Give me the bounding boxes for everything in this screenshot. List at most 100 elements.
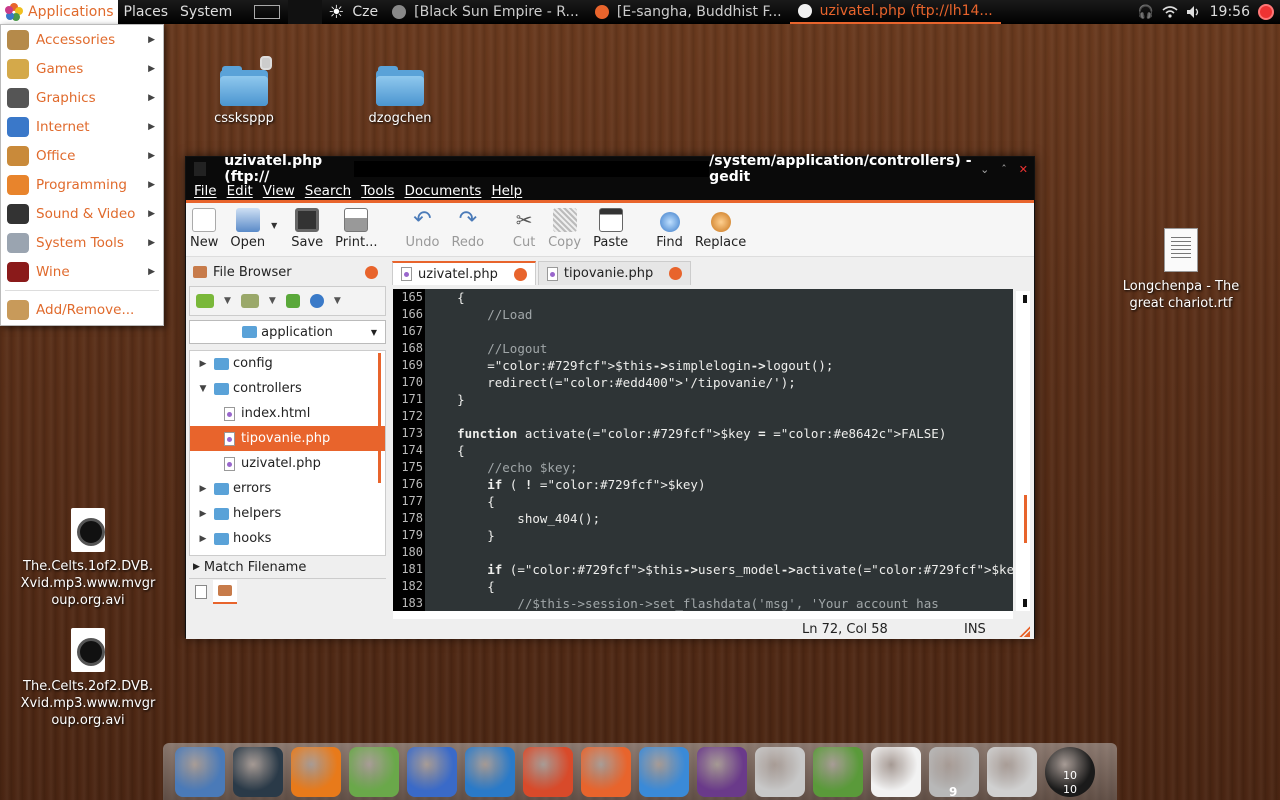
desktop-file-celts-1[interactable]: The.Celts.1of2.DVB.Xvid.mp3.www.mvgroup.… <box>20 508 156 609</box>
expander-icon[interactable]: ▼ <box>196 384 210 394</box>
minimize-button[interactable]: ˆ <box>1001 163 1007 176</box>
forward-dropdown-icon[interactable]: ▼ <box>269 296 276 306</box>
wifi-icon[interactable] <box>1162 4 1178 20</box>
menu-item-add-remove[interactable]: Add/Remove... <box>1 295 163 324</box>
tree-row[interactable]: ▶ hooks <box>190 526 385 551</box>
document-tab[interactable]: tipovanie.php <box>537 261 692 285</box>
refresh-icon[interactable] <box>309 294 324 308</box>
trash-icon[interactable]: 9 <box>929 746 979 799</box>
cut-button[interactable]: ✂ Cut <box>512 208 536 250</box>
task-button[interactable]: [E-sangha, Buddhist F... <box>587 0 790 24</box>
headphones-icon[interactable] <box>755 746 805 797</box>
undo-button[interactable]: ↶ Undo <box>405 208 439 251</box>
find-button[interactable]: Find <box>656 210 683 250</box>
image-viewer-icon[interactable] <box>813 746 863 797</box>
close-window-button[interactable]: ✕ <box>1019 163 1028 176</box>
tree-row[interactable]: ▶language <box>190 551 385 555</box>
menu-documents[interactable]: Documents <box>399 183 486 199</box>
menu-help[interactable]: Help <box>486 183 527 199</box>
menu-item-games[interactable]: Games ▶ <box>1 54 163 83</box>
task-button[interactable]: [Black Sun Empire - R... <box>384 0 587 24</box>
window-titlebar[interactable]: uzivatel.php (ftp:// /system/application… <box>186 153 1034 185</box>
clock-icon[interactable] <box>871 746 921 797</box>
disk-icon[interactable] <box>987 746 1037 797</box>
open-button[interactable]: Open <box>230 208 265 250</box>
settings-icon[interactable] <box>697 746 747 797</box>
speedometer-icon[interactable]: 10 10 <box>1045 746 1095 797</box>
menu-view[interactable]: View <box>258 183 300 199</box>
save-button[interactable]: Save <box>291 208 323 250</box>
desktop-folder-dzogchen[interactable]: dzogchen <box>360 66 440 127</box>
wave-icon[interactable] <box>639 746 689 797</box>
menu-item-wine[interactable]: Wine ▶ <box>1 257 163 286</box>
menu-item-accessories[interactable]: Accessories ▶ <box>1 25 163 54</box>
back-dropdown-icon[interactable]: ▼ <box>224 296 231 306</box>
desktop-file-celts-2[interactable]: The.Celts.2of2.DVB.Xvid.mp3.www.mvgroup.… <box>20 628 156 729</box>
menu-search[interactable]: Search <box>300 183 356 199</box>
file-browser-tab[interactable] <box>213 579 237 604</box>
power-icon[interactable] <box>1258 4 1274 20</box>
expander-icon[interactable]: ▶ <box>196 534 210 544</box>
tree-row[interactable]: ▶ config <box>190 351 385 376</box>
up-arrow-icon[interactable] <box>285 294 300 308</box>
menu-item-sound-video[interactable]: Sound & Video ▶ <box>1 199 163 228</box>
menu-edit[interactable]: Edit <box>222 183 258 199</box>
weather-applet[interactable]: ☀ Cze <box>322 0 384 24</box>
windows-icon[interactable] <box>523 746 573 797</box>
menu-file[interactable]: File <box>189 183 222 199</box>
code-view[interactable]: 165 {166 //Load 167 168 //Logout 169 ="colo… <box>393 289 1013 611</box>
tree-row[interactable]: uzivatel.php <box>190 451 385 476</box>
redo-button[interactable]: ↷ Redo <box>451 208 484 251</box>
system-menu-button[interactable]: System <box>174 0 238 24</box>
menu-tools[interactable]: Tools <box>356 183 399 199</box>
print-button[interactable]: Print... <box>335 208 377 250</box>
match-filename-expander[interactable]: ▶ Match Filename <box>189 556 386 578</box>
forward-arrow-icon[interactable] <box>240 294 259 308</box>
copy-button[interactable]: Copy <box>548 208 581 250</box>
tree-scrollbar[interactable] <box>378 353 381 483</box>
back-arrow-icon[interactable] <box>196 294 214 308</box>
workspace-1[interactable] <box>254 5 281 19</box>
new-button[interactable]: New <box>190 208 218 250</box>
vertical-scrollbar[interactable] <box>1016 291 1030 611</box>
desktop-folder-cssksppp[interactable]: cssksppp <box>204 56 284 127</box>
task-button[interactable]: uzivatel.php (ftp://lh14... <box>789 0 1001 24</box>
documents-tab[interactable] <box>189 580 213 604</box>
menu-item-programming[interactable]: Programming ▶ <box>1 170 163 199</box>
resize-grip[interactable] <box>1018 625 1030 637</box>
places-menu-button[interactable]: Places <box>118 0 175 24</box>
window-menu-button[interactable]: ⌄ <box>980 163 989 176</box>
thunderbird-icon[interactable] <box>407 746 457 797</box>
more-dropdown-icon[interactable]: ▼ <box>334 296 341 306</box>
menu-item-system-tools[interactable]: System Tools ▶ <box>1 228 163 257</box>
expander-icon[interactable]: ▶ <box>196 509 210 519</box>
tree-row[interactable]: tipovanie.php <box>190 426 385 451</box>
fish-icon[interactable] <box>465 746 515 797</box>
applications-menu-button[interactable]: Applications <box>0 0 118 24</box>
menu-item-graphics[interactable]: Graphics ▶ <box>1 83 163 112</box>
document-tab[interactable]: uzivatel.php <box>392 261 536 285</box>
horizontal-scrollbar[interactable] <box>393 611 1013 619</box>
close-tab-icon[interactable] <box>669 267 683 280</box>
location-combo[interactable]: application ▼ <box>189 320 386 344</box>
menu-item-internet[interactable]: Internet ▶ <box>1 112 163 141</box>
clock[interactable]: 19:56 <box>1210 4 1250 20</box>
tree-row[interactable]: index.html <box>190 401 385 426</box>
expander-icon[interactable]: ▶ <box>196 484 210 494</box>
headphones-tray-icon[interactable]: 🎧 <box>1138 4 1154 20</box>
pidgin-icon[interactable] <box>349 746 399 797</box>
replace-button[interactable]: Replace <box>695 210 746 250</box>
terminal-icon[interactable] <box>233 746 283 797</box>
scrollbar-thumb[interactable] <box>1024 495 1027 543</box>
close-side-pane-icon[interactable] <box>365 265 378 279</box>
expander-icon[interactable]: ▶ <box>196 359 210 369</box>
scroll-up-icon[interactable] <box>1023 295 1027 303</box>
firefox-icon[interactable] <box>291 746 341 797</box>
menu-item-office[interactable]: Office ▶ <box>1 141 163 170</box>
open-recent-dropdown-icon[interactable]: ▼ <box>271 221 277 230</box>
file-manager-icon[interactable] <box>175 746 225 797</box>
tree-row[interactable]: ▶ helpers <box>190 501 385 526</box>
tree-row[interactable]: ▶ errors <box>190 476 385 501</box>
media-player-icon[interactable] <box>581 746 631 797</box>
desktop-file-longchenpa[interactable]: Longchenpa - The great chariot.rtf <box>1117 228 1245 312</box>
